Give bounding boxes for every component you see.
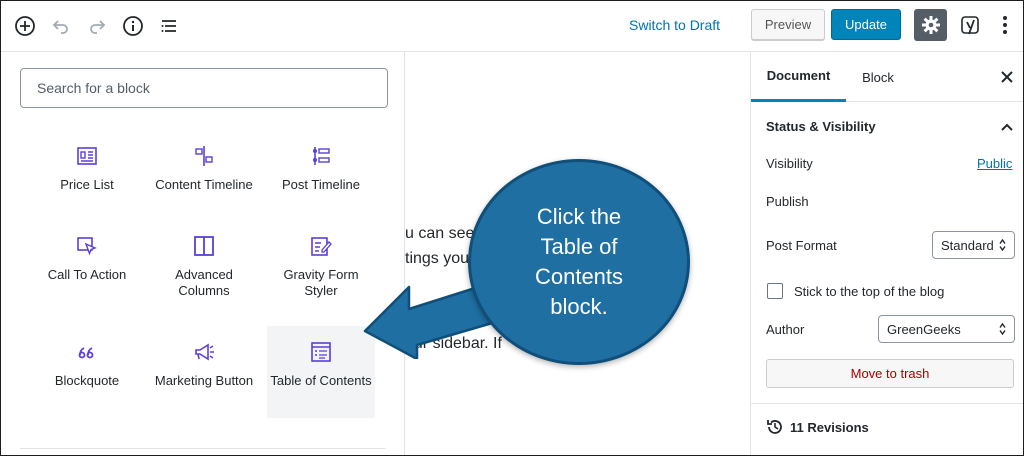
callout-text: Click the Table of Contents block.	[534, 204, 624, 319]
revisions-link[interactable]: 11 Revisions	[766, 418, 869, 436]
revisions-label: 11 Revisions	[790, 419, 869, 435]
block-price-list[interactable]: Price List	[33, 145, 141, 193]
editor-window: Switch to Draft Preview Update u can see…	[0, 0, 1024, 456]
info-icon[interactable]	[121, 14, 145, 38]
marketing-button-icon	[195, 343, 214, 361]
sidebar-divider	[751, 403, 1023, 404]
add-block-icon[interactable]	[13, 14, 37, 38]
blockquote-icon	[78, 347, 94, 359]
settings-sidebar: Document Block Status & Visibility Visib…	[750, 52, 1023, 455]
block-label: Table of Contents	[270, 373, 372, 388]
tab-document[interactable]: Document	[751, 52, 846, 102]
call-to-action-icon	[77, 237, 97, 256]
visibility-value-link[interactable]: Public	[977, 156, 1012, 171]
author-select[interactable]: GreenGeeks	[878, 315, 1015, 343]
select-arrows-icon	[999, 323, 1006, 335]
preview-button[interactable]: Preview	[751, 9, 825, 40]
block-label: Content Timeline	[155, 177, 253, 192]
gravity-form-styler-icon	[311, 237, 332, 256]
publish-label: Publish	[766, 194, 809, 209]
author-label: Author	[766, 322, 805, 337]
close-icon[interactable]	[999, 69, 1015, 85]
history-icon	[767, 420, 782, 434]
block-inserter-popover: Search for a block Price List Content Ti…	[1, 52, 405, 455]
block-advanced-columns[interactable]: Advanced Columns	[150, 235, 258, 299]
settings-gear-icon[interactable]	[914, 9, 947, 41]
yoast-icon[interactable]	[957, 11, 985, 39]
select-arrows-icon	[999, 239, 1006, 251]
block-blockquote[interactable]: Blockquote	[33, 341, 141, 389]
more-menu-icon[interactable]	[995, 13, 1015, 37]
chevron-up-icon[interactable]	[999, 119, 1015, 135]
sticky-label[interactable]: Stick to the top of the blog	[794, 284, 944, 299]
block-content-timeline[interactable]: Content Timeline	[150, 145, 258, 193]
post-format-label: Post Format	[766, 238, 837, 253]
update-button[interactable]: Update	[831, 9, 901, 40]
block-gravity-form-styler[interactable]: Gravity Form Styler	[267, 235, 375, 299]
status-visibility-title[interactable]: Status & Visibility	[766, 119, 876, 134]
move-to-trash-button[interactable]: Move to trash	[766, 359, 1014, 388]
block-label: Price List	[60, 177, 114, 192]
top-toolbar: Switch to Draft Preview Update	[1, 1, 1023, 52]
sticky-checkbox[interactable]	[767, 283, 783, 299]
advanced-columns-icon	[194, 236, 214, 256]
instruction-callout: Click the Table of Contents block.	[468, 159, 690, 365]
post-format-value: Standard	[941, 237, 994, 253]
sidebar-tabs: Document Block	[751, 52, 1023, 102]
block-label: Gravity Form Styler	[283, 267, 359, 298]
block-label: Marketing Button	[154, 373, 254, 388]
block-search-input[interactable]: Search for a block	[20, 68, 388, 108]
author-value: GreenGeeks	[887, 321, 961, 337]
visibility-label: Visibility	[766, 156, 813, 171]
content-timeline-icon	[195, 146, 213, 166]
inserter-divider	[20, 448, 386, 449]
switch-to-draft-link[interactable]: Switch to Draft	[629, 17, 720, 33]
outline-icon[interactable]	[157, 14, 181, 38]
block-label: Call To Action	[47, 267, 127, 282]
block-post-timeline[interactable]: Post Timeline	[267, 145, 375, 193]
undo-icon[interactable]	[49, 14, 73, 38]
block-call-to-action[interactable]: Call To Action	[33, 235, 141, 283]
block-label: Blockquote	[54, 373, 120, 388]
tab-block[interactable]: Block	[846, 52, 910, 102]
block-label: Post Timeline	[281, 177, 361, 192]
post-timeline-icon	[313, 147, 330, 165]
table-of-contents-icon	[311, 342, 331, 362]
block-marketing-button[interactable]: Marketing Button	[150, 341, 258, 389]
post-format-select[interactable]: Standard	[932, 231, 1015, 259]
redo-icon[interactable]	[85, 14, 109, 38]
block-table-of-contents[interactable]: Table of Contents	[267, 326, 375, 418]
block-label: Advanced Columns	[175, 267, 233, 298]
price-list-icon	[77, 147, 97, 165]
